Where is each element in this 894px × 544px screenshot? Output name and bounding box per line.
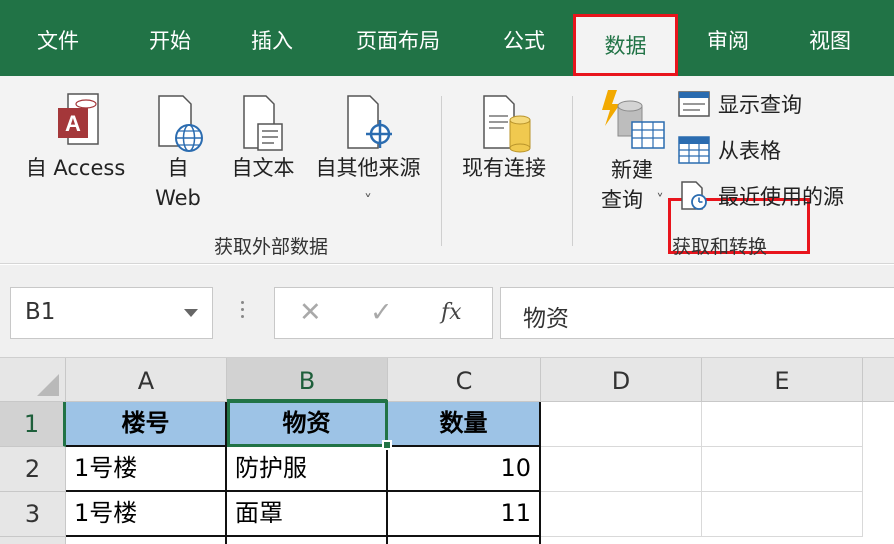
select-all-corner[interactable]: [0, 358, 66, 402]
row-header-1[interactable]: 1: [0, 402, 66, 447]
cell-e1[interactable]: [702, 402, 863, 447]
row-header-3[interactable]: 3: [0, 492, 66, 537]
cell-d3[interactable]: [541, 492, 702, 537]
from-other-sources-button[interactable]: 自其他来源 ˅: [306, 86, 430, 226]
column-header-partial[interactable]: [863, 358, 894, 402]
from-access-label: 自 Access: [25, 156, 126, 180]
access-db-icon: A: [56, 92, 102, 154]
group-separator: [441, 96, 442, 246]
tab-home[interactable]: 开始: [132, 0, 208, 76]
from-text-label: 自文本: [231, 156, 295, 180]
enter-check-icon[interactable]: ✓: [370, 297, 393, 328]
tab-view[interactable]: 视图: [792, 0, 868, 76]
existing-connections-label: 现有连接: [462, 156, 546, 180]
cell-c3[interactable]: 11: [388, 492, 541, 537]
from-web-label-2: Web: [155, 186, 201, 210]
recent-sources-button[interactable]: 最近使用的源: [678, 180, 844, 212]
web-globe-icon: [155, 94, 205, 156]
cell-d1[interactable]: [541, 402, 702, 447]
formula-bar: B1 ✕ ✓ fx 物资: [0, 265, 894, 358]
from-web-button[interactable]: 自 Web: [145, 86, 211, 226]
show-queries-label: 显示查询: [718, 93, 802, 117]
cell-a2[interactable]: 1号楼: [66, 447, 227, 492]
column-header-a[interactable]: A: [66, 358, 227, 402]
cancel-icon[interactable]: ✕: [299, 297, 322, 328]
ribbon: A 自 Access 自 Web 自文本 自其他来源 ˅ 现有连接 获取外部数据…: [0, 76, 894, 264]
text-file-icon: [240, 94, 286, 156]
tab-formulas[interactable]: 公式: [486, 0, 562, 76]
existing-connections-button[interactable]: 现有连接: [452, 86, 556, 226]
column-header-b[interactable]: B: [227, 358, 388, 402]
worksheet-grid: A B C D E 1 2 3 楼号 物资 数量 1号楼 防护服 10 1号楼 …: [0, 358, 894, 544]
group-label-get-external-data: 获取外部数据: [214, 236, 329, 258]
existing-connections-icon: [480, 94, 534, 156]
tab-page-layout[interactable]: 页面布局: [340, 0, 456, 76]
cell-a4-partial[interactable]: [66, 537, 227, 544]
chevron-down-icon: ˅: [364, 191, 372, 210]
group-separator: [572, 96, 573, 246]
cell-e2[interactable]: [702, 447, 863, 492]
tab-review[interactable]: 审阅: [690, 0, 766, 76]
recent-sources-label: 最近使用的源: [718, 185, 844, 209]
from-web-label-1: 自: [167, 156, 189, 180]
cell-b2[interactable]: 防护服: [227, 447, 388, 492]
new-query-label-1: 新建: [611, 158, 653, 182]
new-query-icon: [598, 88, 668, 152]
from-other-sources-label: 自其他来源: [315, 156, 421, 180]
group-label-get-transform: 获取和转换: [672, 236, 768, 258]
formula-input[interactable]: 物资: [500, 287, 894, 339]
svg-text:A: A: [65, 111, 81, 136]
cell-c2[interactable]: 10: [388, 447, 541, 492]
tab-insert[interactable]: 插入: [234, 0, 310, 76]
show-queries-button[interactable]: 显示查询: [678, 88, 802, 120]
from-table-button[interactable]: 从表格: [678, 134, 781, 166]
tab-data[interactable]: 数据: [573, 14, 678, 76]
name-box[interactable]: B1: [10, 287, 213, 339]
from-table-label: 从表格: [718, 139, 781, 163]
name-box-value: B1: [25, 299, 56, 325]
cell-b3[interactable]: 面罩: [227, 492, 388, 537]
cell-a1[interactable]: 楼号: [66, 402, 227, 447]
new-query-button[interactable]: 新建 查询 ˅: [592, 86, 672, 226]
column-header-d[interactable]: D: [541, 358, 702, 402]
formula-buttons: ✕ ✓ fx: [274, 287, 493, 339]
cell-b4-partial[interactable]: [227, 537, 388, 544]
formula-bar-resize-handle[interactable]: [241, 301, 245, 323]
insert-function-icon[interactable]: fx: [441, 300, 462, 325]
tab-file[interactable]: 文件: [20, 0, 96, 76]
from-text-button[interactable]: 自文本: [222, 86, 304, 226]
other-sources-icon: [344, 94, 394, 156]
cell-d2[interactable]: [541, 447, 702, 492]
cell-a3[interactable]: 1号楼: [66, 492, 227, 537]
new-query-label-2: 查询: [601, 188, 643, 212]
formula-value: 物资: [523, 306, 569, 332]
chevron-down-icon: ˅: [656, 191, 664, 209]
menu-bar: 文件 开始 插入 页面布局 公式 数据 审阅 视图: [0, 0, 894, 76]
from-access-button[interactable]: A 自 Access: [18, 86, 133, 226]
chevron-down-icon[interactable]: [184, 309, 198, 317]
column-header-e[interactable]: E: [702, 358, 863, 402]
show-queries-icon: [678, 91, 710, 117]
fill-handle[interactable]: [382, 440, 392, 450]
row-header-partial[interactable]: [0, 537, 66, 544]
column-header-c[interactable]: C: [388, 358, 541, 402]
cell-b1[interactable]: 物资: [227, 402, 388, 447]
cell-e3[interactable]: [702, 492, 863, 537]
cell-c1[interactable]: 数量: [388, 402, 541, 447]
cell-c4-partial[interactable]: [388, 537, 541, 544]
recent-sources-icon: [678, 181, 710, 211]
table-icon: [678, 136, 710, 164]
row-header-2[interactable]: 2: [0, 447, 66, 492]
